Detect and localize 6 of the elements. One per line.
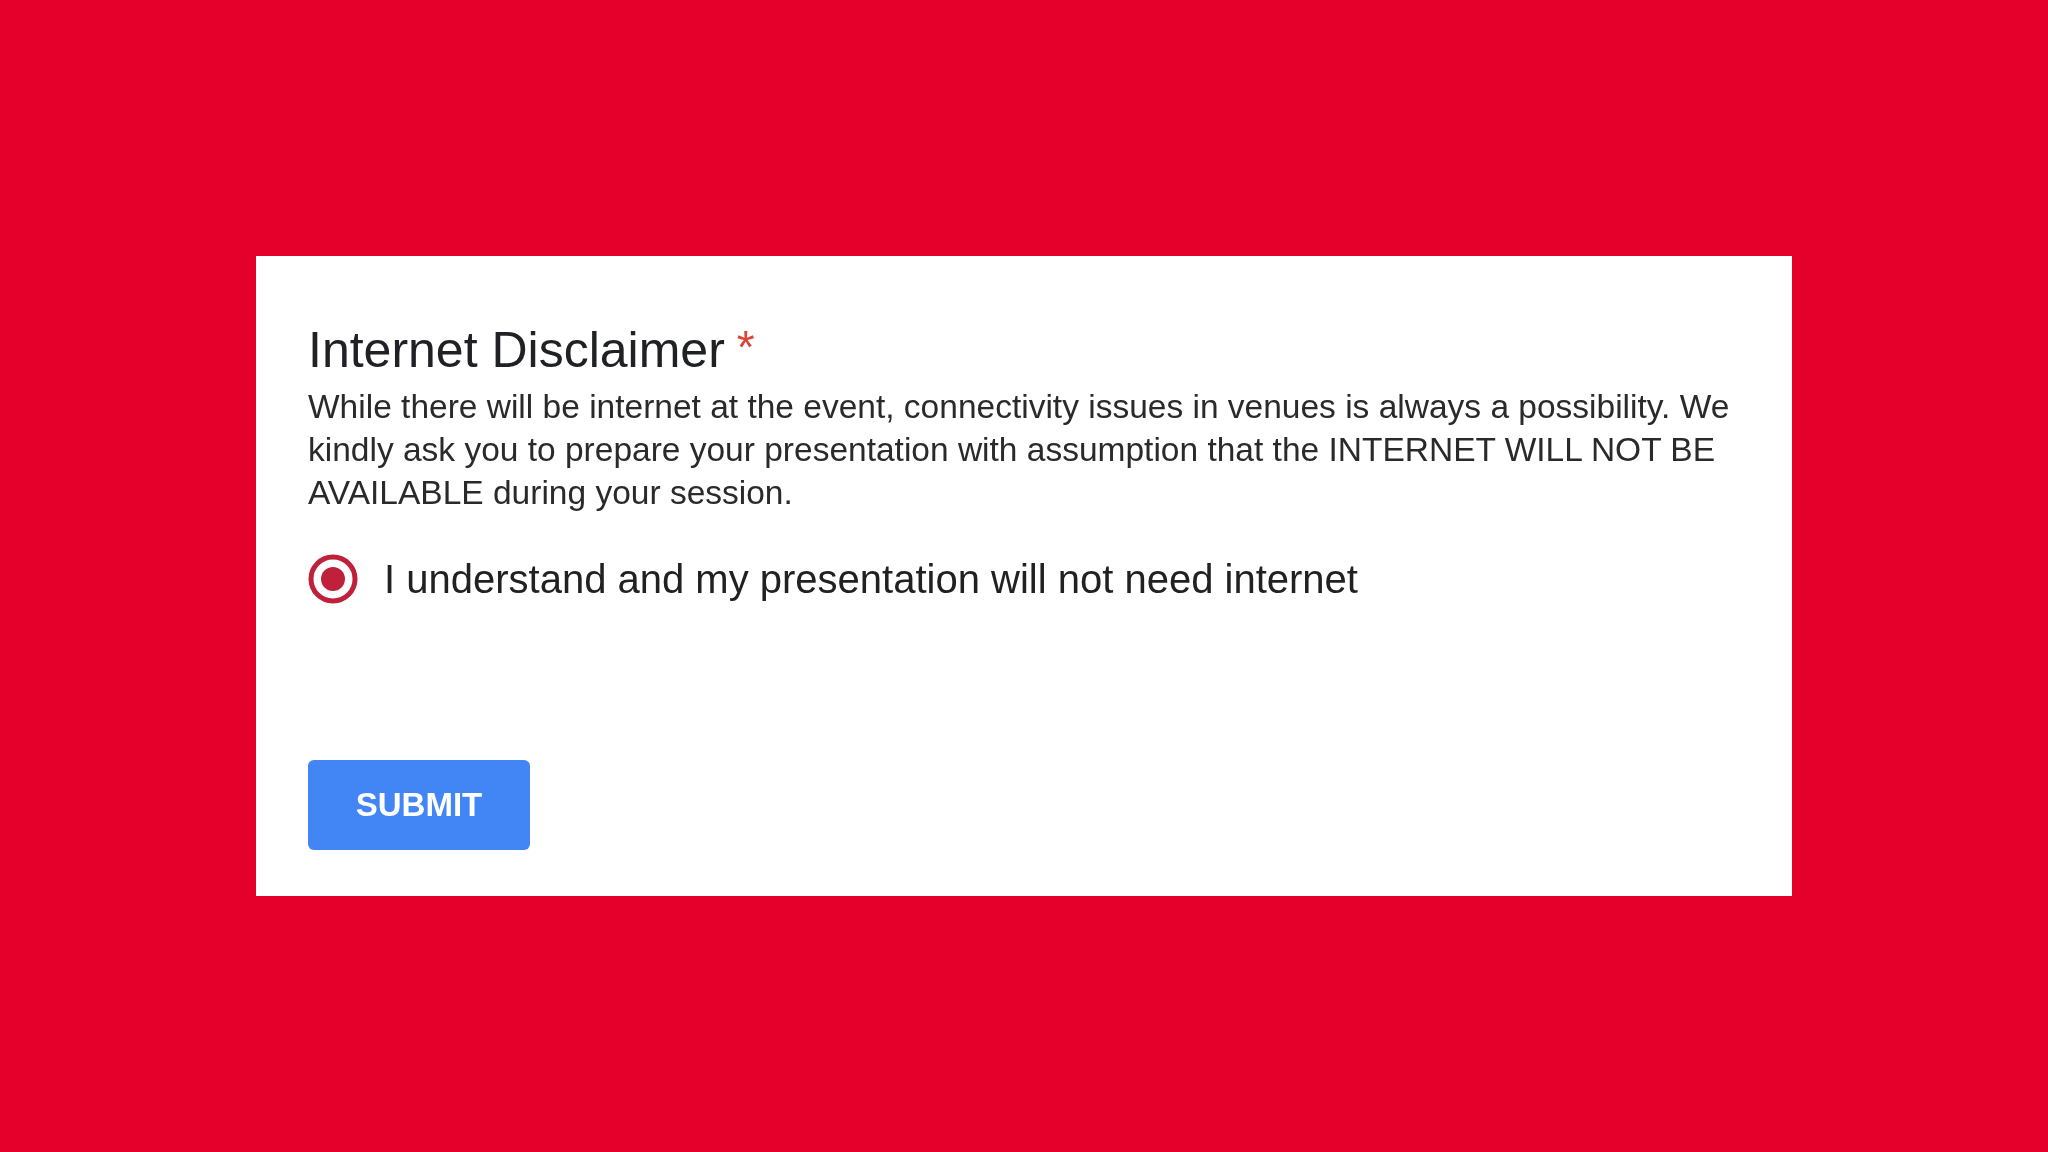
question-title: Internet Disclaimer <box>308 321 725 380</box>
radio-button[interactable] <box>308 554 358 604</box>
submit-button[interactable]: SUBMIT <box>308 760 530 850</box>
option-label[interactable]: I understand and my presentation will not need internet <box>384 554 1358 604</box>
required-mark: * <box>736 324 755 370</box>
question-description: While there will be internet at the event, connectivity issues in venues is always a possibility. We kindly ask you to prepare your presentation with assumption that the INTERNET WILL NOT BE AVAILABLE during your session. <box>308 387 1731 513</box>
